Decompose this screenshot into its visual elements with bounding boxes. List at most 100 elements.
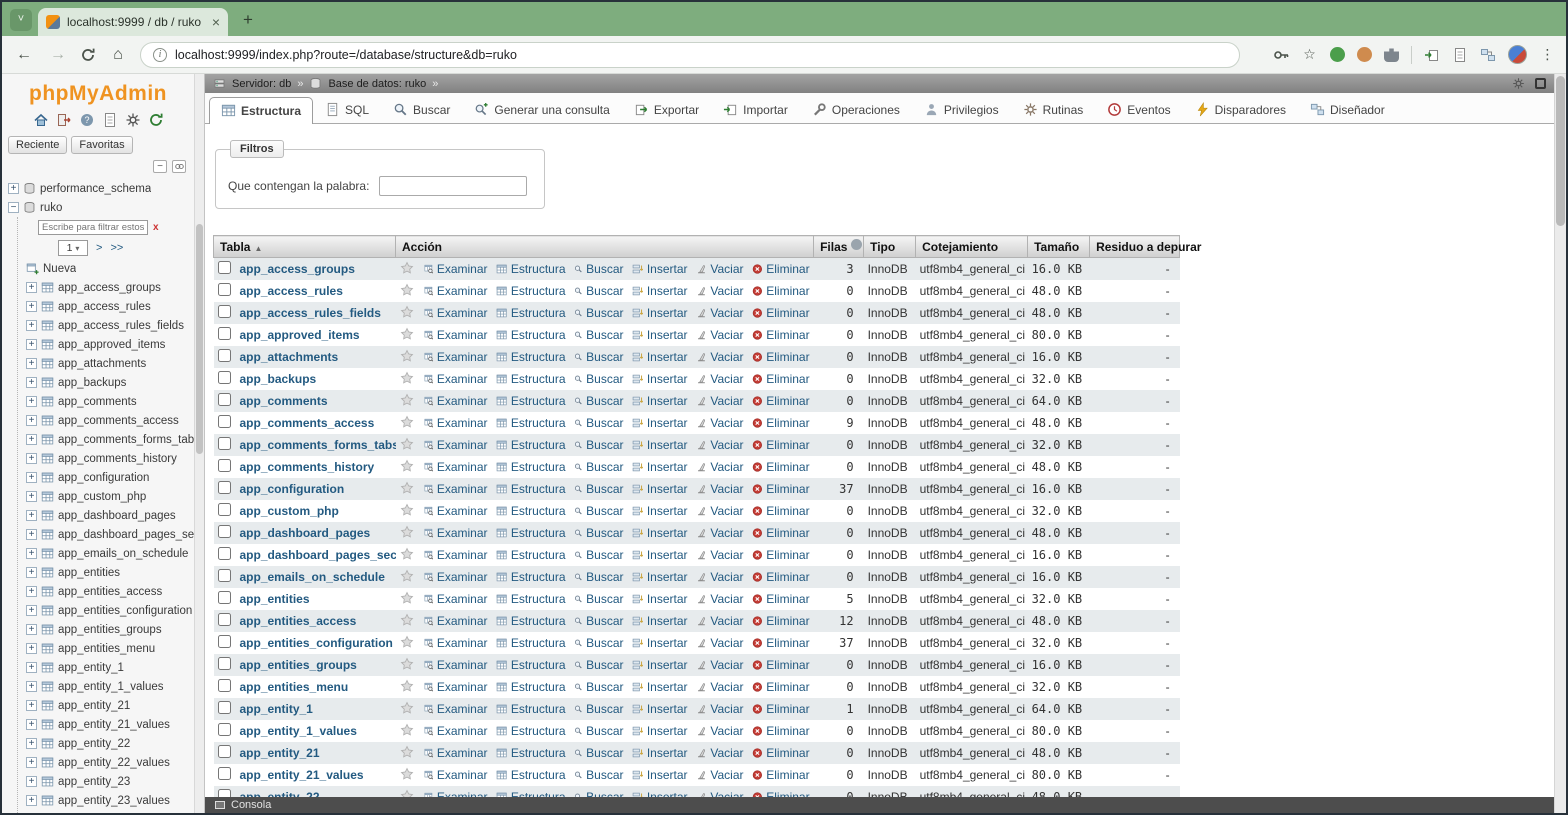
expand-icon[interactable] [26, 377, 37, 388]
table-name-link[interactable]: app_dashboard_pages_sections [240, 548, 396, 562]
logout-icon[interactable] [56, 112, 72, 128]
sidebar-db-ruko[interactable]: ruko [8, 198, 194, 217]
structure-action[interactable]: Estructura [496, 372, 566, 386]
structure-action[interactable]: Estructura [496, 592, 566, 606]
collapse-icon[interactable] [8, 202, 19, 213]
browser-home-button[interactable]: ⌂ [106, 46, 130, 64]
search-action[interactable]: Buscar [574, 328, 624, 342]
drop-action[interactable]: Eliminar [752, 372, 810, 386]
row-checkbox[interactable] [217, 414, 231, 428]
expand-icon[interactable] [26, 510, 37, 521]
sidebar-table-item[interactable]: app_comments_history [26, 449, 194, 468]
tab-import[interactable]: Importar [711, 96, 800, 123]
empty-action[interactable]: Vaciar [696, 372, 744, 386]
header-tipo[interactable]: Tipo [863, 235, 917, 258]
tab-search-chevron-button[interactable]: ˅ [10, 9, 32, 31]
empty-action[interactable]: Vaciar [696, 504, 744, 518]
expand-icon[interactable] [8, 183, 19, 194]
empty-action[interactable]: Vaciar [696, 702, 744, 716]
row-checkbox[interactable] [217, 524, 231, 538]
drop-action[interactable]: Eliminar [752, 438, 810, 452]
structure-action[interactable]: Estructura [496, 438, 566, 452]
structure-action[interactable]: Estructura [496, 350, 566, 364]
structure-action[interactable]: Estructura [496, 328, 566, 342]
phpmyadmin-logo[interactable]: phpMyAdmin [2, 74, 194, 108]
recent-tables-button[interactable]: Reciente [8, 136, 68, 154]
table-name-link[interactable]: app_entity_21 [240, 746, 320, 760]
empty-action[interactable]: Vaciar [696, 724, 744, 738]
docs-icon[interactable] [102, 112, 118, 128]
favorite-star-icon[interactable] [400, 459, 414, 473]
table-name-link[interactable]: app_comments_forms_tabs [240, 438, 396, 452]
table-name-link[interactable]: app_entity_21_values [240, 768, 364, 782]
row-checkbox[interactable] [217, 634, 231, 648]
tree-last-page-link[interactable]: >> [110, 242, 123, 254]
structure-action[interactable]: Estructura [496, 504, 566, 518]
sidebar-table-item[interactable]: app_entity_22 [26, 734, 194, 753]
drop-action[interactable]: Eliminar [752, 636, 810, 650]
search-action[interactable]: Buscar [574, 372, 624, 386]
table-name-link[interactable]: app_entities_groups [240, 658, 357, 672]
table-name-link[interactable]: app_access_rules_fields [240, 306, 381, 320]
search-action[interactable]: Buscar [574, 570, 624, 584]
structure-action[interactable]: Estructura [496, 658, 566, 672]
row-checkbox[interactable] [217, 568, 231, 582]
row-checkbox[interactable] [217, 678, 231, 692]
structure-action[interactable]: Estructura [496, 284, 566, 298]
table-name-link[interactable]: app_attachments [240, 350, 339, 364]
search-action[interactable]: Buscar [574, 394, 624, 408]
table-name-link[interactable]: app_entity_1_values [240, 724, 357, 738]
sidebar-table-item[interactable]: app_entity_23_values [26, 791, 194, 810]
tab-close-icon[interactable]: × [212, 15, 220, 29]
insert-action[interactable]: Insertar [632, 724, 688, 738]
expand-icon[interactable] [26, 301, 37, 312]
extension-green-icon[interactable] [1330, 47, 1345, 62]
sidebar-table-item[interactable]: app_entity_22_values [26, 753, 194, 772]
sidebar-table-item[interactable]: app_emails_on_schedule [26, 544, 194, 563]
insert-action[interactable]: Insertar [632, 394, 688, 408]
page-scrollbar-thumb[interactable] [1556, 76, 1565, 226]
favorite-star-icon[interactable] [400, 503, 414, 517]
expand-icon[interactable] [26, 320, 37, 331]
empty-action[interactable]: Vaciar [696, 350, 744, 364]
browse-action[interactable]: Examinar [424, 438, 488, 452]
structure-action[interactable]: Estructura [496, 306, 566, 320]
search-action[interactable]: Buscar [574, 658, 624, 672]
tab-search[interactable]: Buscar [381, 96, 462, 123]
header-tabla[interactable]: Tabla ▲ [213, 235, 396, 258]
search-action[interactable]: Buscar [574, 636, 624, 650]
expand-icon[interactable] [26, 453, 37, 464]
structure-action[interactable]: Estructura [496, 702, 566, 716]
insert-action[interactable]: Insertar [632, 680, 688, 694]
reading-list-icon[interactable] [1452, 47, 1468, 63]
structure-action[interactable]: Estructura [496, 768, 566, 782]
sidebar-table-item[interactable]: app_backups [26, 373, 194, 392]
favorite-star-icon[interactable] [400, 371, 414, 385]
table-name-link[interactable]: app_configuration [240, 482, 345, 496]
expand-icon[interactable] [26, 719, 37, 730]
favorite-star-icon[interactable] [400, 701, 414, 715]
row-checkbox[interactable] [217, 700, 231, 714]
expand-icon[interactable] [26, 624, 37, 635]
structure-action[interactable]: Estructura [496, 724, 566, 738]
browse-action[interactable]: Examinar [424, 482, 488, 496]
expand-icon[interactable] [26, 282, 37, 293]
row-checkbox[interactable] [217, 392, 231, 406]
empty-action[interactable]: Vaciar [696, 592, 744, 606]
favorite-star-icon[interactable] [400, 613, 414, 627]
header-filas[interactable]: Filas [813, 235, 865, 258]
empty-action[interactable]: Vaciar [696, 768, 744, 782]
expand-icon[interactable] [26, 491, 37, 502]
insert-action[interactable]: Insertar [632, 592, 688, 606]
settings-icon[interactable] [125, 112, 141, 128]
sidebar-table-item[interactable]: app_custom_php [26, 487, 194, 506]
drop-action[interactable]: Eliminar [752, 350, 810, 364]
structure-action[interactable]: Estructura [496, 614, 566, 628]
row-checkbox[interactable] [217, 282, 231, 296]
search-action[interactable]: Buscar [574, 702, 624, 716]
insert-action[interactable]: Insertar [632, 262, 688, 276]
drop-action[interactable]: Eliminar [752, 306, 810, 320]
empty-action[interactable]: Vaciar [696, 284, 744, 298]
table-name-link[interactable]: app_dashboard_pages [240, 526, 371, 540]
favorite-star-icon[interactable] [400, 591, 414, 605]
